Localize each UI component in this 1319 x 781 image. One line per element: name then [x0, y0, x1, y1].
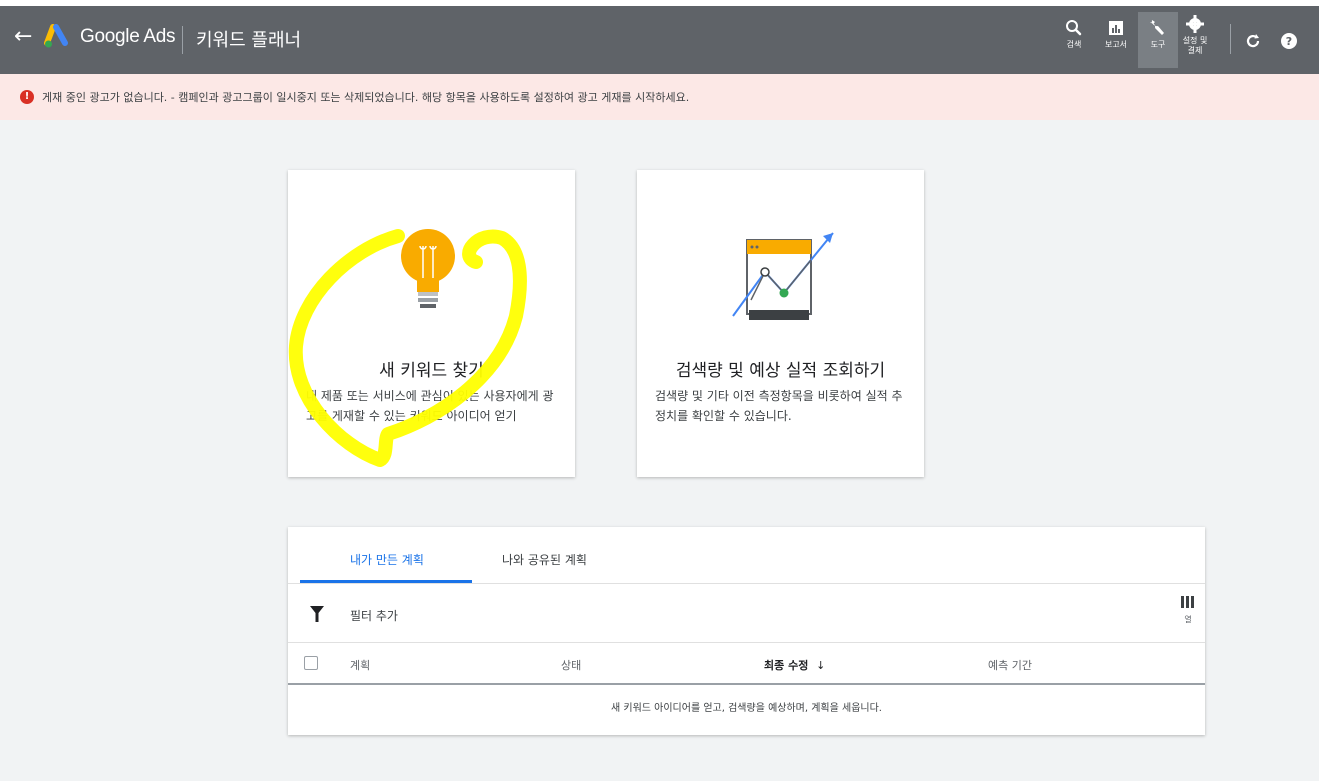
- settings-billing-label: 설정 및 결제: [1182, 36, 1208, 55]
- sort-down-icon: ↓: [816, 659, 826, 672]
- tab-shared-plans[interactable]: 나와 공유된 계획: [502, 551, 587, 568]
- refresh-icon[interactable]: [1244, 32, 1262, 50]
- alert-banner: ! 게재 중인 광고가 없습니다. - 캠페인과 광고그룹이 일시중지 또는 삭…: [0, 74, 1319, 120]
- plans-panel: 내가 만든 계획 나와 공유된 계획 필터 추가 열 계획 상태 최종 수정 ↓…: [288, 527, 1205, 735]
- column-header-label: 최종 수정: [764, 659, 809, 672]
- card-description: 검색량 및 기타 이전 측정항목을 비롯하여 실적 추정치를 확인할 수 있습니…: [655, 389, 903, 423]
- google-ads-logo-icon: [44, 24, 68, 48]
- search-label: 검색: [1066, 40, 1082, 49]
- help-icon[interactable]: ?: [1280, 32, 1298, 50]
- back-arrow-icon[interactable]: ←: [14, 24, 32, 50]
- page-title: 키워드 플래너: [196, 30, 302, 51]
- search-button[interactable]: 검색: [1054, 12, 1094, 68]
- empty-state-text: 새 키워드 아이디어를 얻고, 검색량을 예상하며, 계획을 세웁니다.: [611, 703, 882, 714]
- card-title: 검색량 및 예상 실적 조회하기: [675, 361, 886, 381]
- active-tab-indicator: [300, 580, 472, 583]
- columns-label: 열: [1184, 615, 1192, 624]
- gear-icon: [1186, 15, 1204, 33]
- reports-icon: [1109, 21, 1123, 35]
- top-app-bar: ← Google Ads 키워드 플래너 검색 보고서 도구 설정 및 결제 ?: [0, 0, 1319, 74]
- filter-icon[interactable]: [310, 606, 324, 622]
- plans-tabs: 내가 만든 계획 나와 공유된 계획: [288, 527, 1205, 584]
- find-keywords-card[interactable]: 새 키워드 찾기 내 제품 또는 서비스에 관심이 있는 사용자에게 광고를 게…: [288, 170, 575, 477]
- columns-button[interactable]: 열: [1181, 596, 1195, 625]
- table-header: 계획 상태 최종 수정 ↓ 예측 기간: [288, 643, 1205, 685]
- brand-name[interactable]: Google Ads: [80, 26, 176, 48]
- card-title: 새 키워드 찾기: [379, 361, 484, 381]
- alert-text: 게재 중인 광고가 없습니다. - 캠페인과 광고그룹이 일시중지 또는 삭제되…: [42, 91, 690, 104]
- tab-my-plans[interactable]: 내가 만든 계획: [350, 551, 424, 568]
- column-header-status[interactable]: 상태: [561, 657, 581, 673]
- forecast-card[interactable]: 검색량 및 예상 실적 조회하기 검색량 및 기타 이전 측정항목을 비롯하여 …: [637, 170, 924, 477]
- reports-label: 보고서: [1104, 40, 1128, 49]
- card-description: 내 제품 또는 서비스에 관심이 있는 사용자에게 광고를 게재할 수 있는 키…: [306, 389, 554, 423]
- error-icon: !: [20, 90, 34, 104]
- trend-chart-icon: [732, 232, 834, 320]
- select-all-checkbox[interactable]: [304, 656, 318, 670]
- settings-billing-button[interactable]: 설정 및 결제: [1175, 12, 1215, 68]
- column-header-forecast-period[interactable]: 예측 기간: [988, 657, 1032, 673]
- wrench-icon: [1150, 20, 1164, 35]
- filter-bar: 필터 추가 열: [288, 584, 1205, 643]
- header-divider: [1230, 24, 1231, 54]
- header-divider: [182, 26, 183, 54]
- column-header-last-modified[interactable]: 최종 수정 ↓: [764, 657, 825, 673]
- columns-icon: [1181, 596, 1194, 608]
- tools-label: 도구: [1150, 40, 1166, 49]
- svg-text:?: ?: [1286, 35, 1292, 48]
- tools-button[interactable]: 도구: [1138, 12, 1178, 68]
- search-icon: [1066, 20, 1082, 36]
- reports-button[interactable]: 보고서: [1096, 12, 1136, 68]
- lightbulb-icon: [401, 229, 455, 308]
- add-filter-button[interactable]: 필터 추가: [350, 607, 398, 624]
- column-header-plan[interactable]: 계획: [350, 657, 370, 673]
